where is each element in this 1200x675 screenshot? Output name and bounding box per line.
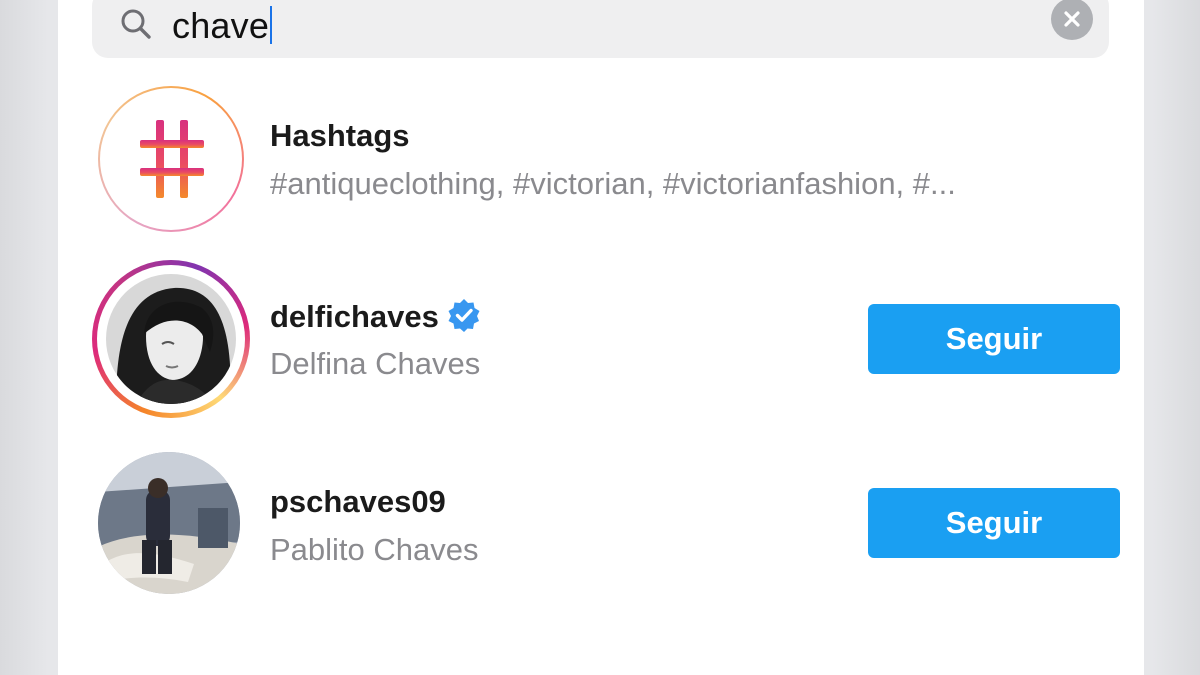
search-results-sheet: chave Hashtags #antiqueclothing, #victor…: [58, 0, 1144, 675]
search-bar[interactable]: chave: [92, 0, 1109, 58]
username: pschaves09: [270, 484, 446, 519]
full-name: Pablito Chaves: [270, 532, 479, 567]
search-query: chave: [172, 5, 270, 46]
user-result-row[interactable]: delfichaves Delfina Chaves Seguir: [92, 260, 1120, 418]
avatar[interactable]: [98, 452, 240, 594]
follow-button[interactable]: Seguir: [868, 304, 1120, 374]
hashtag-icon: [140, 120, 204, 198]
follow-button[interactable]: Seguir: [868, 488, 1120, 558]
close-icon: [1064, 11, 1080, 27]
full-name: Delfina Chaves: [270, 346, 481, 381]
user-result-row[interactable]: pschaves09 Pablito Chaves Seguir: [98, 452, 1120, 602]
search-input[interactable]: chave: [172, 5, 273, 46]
verified-badge-icon: [448, 299, 480, 332]
hashtags-title: Hashtags: [270, 118, 410, 153]
story-ring[interactable]: [92, 260, 250, 418]
username: delfichaves: [270, 298, 481, 335]
hashtags-result[interactable]: Hashtags #antiqueclothing, #victorian, #…: [98, 86, 1108, 236]
avatar: [106, 274, 236, 404]
search-icon: [121, 9, 151, 39]
clear-icon[interactable]: [1051, 0, 1093, 40]
hashtags-list: #antiqueclothing, #victorian, #victorian…: [270, 166, 956, 201]
hashtag-avatar: [98, 86, 244, 232]
text-caret: [270, 6, 273, 44]
username-text: delfichaves: [270, 299, 439, 334]
